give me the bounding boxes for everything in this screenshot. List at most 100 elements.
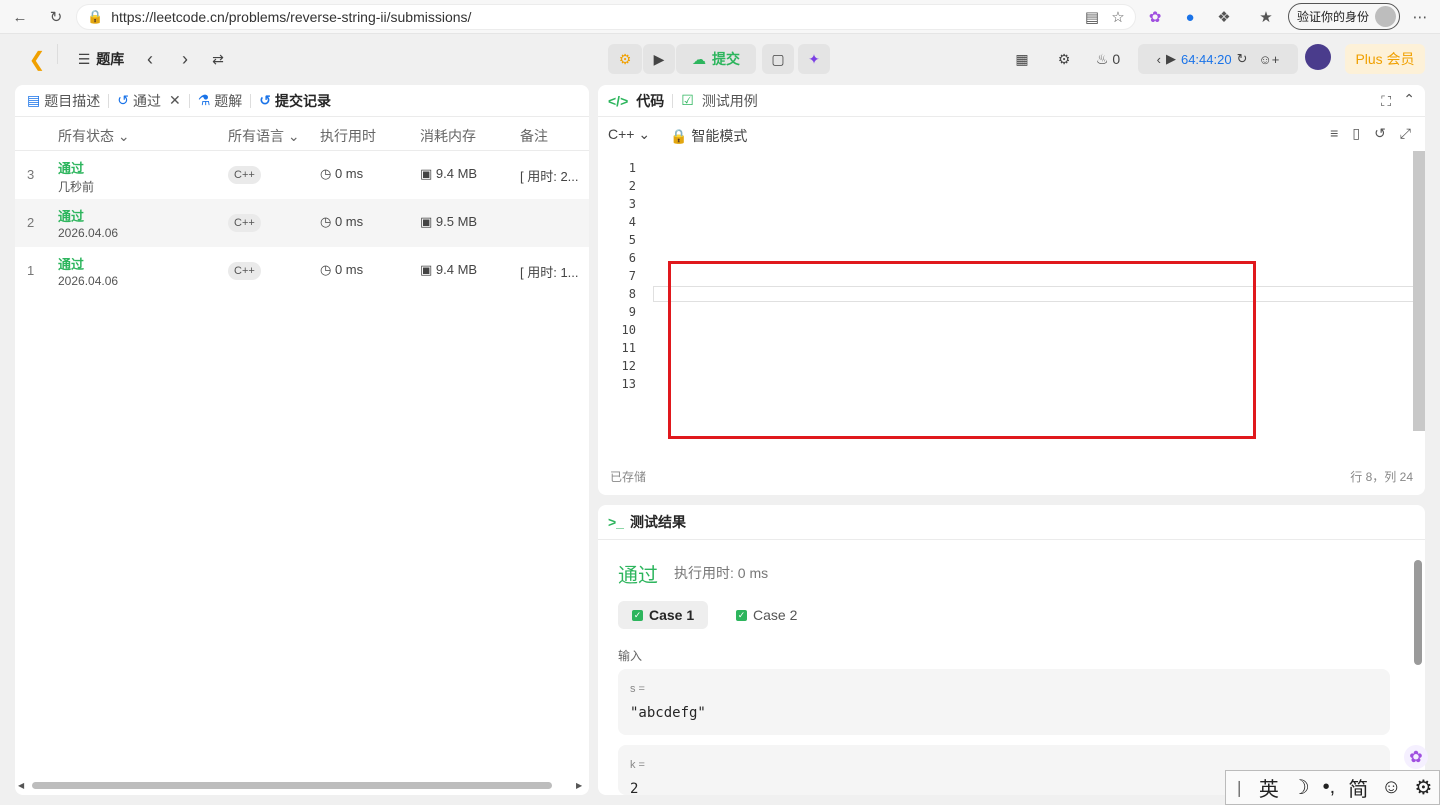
app-header: ❮ ☰ 题库 ‹ › ⇄ ⚙ ▶ ☁ 提交 ▢ ✦ ▦ ⚙ ♨ 0 ‹ ▶ 64… xyxy=(5,36,1437,82)
back-icon[interactable]: ← xyxy=(8,5,32,29)
line-number: 12 xyxy=(621,359,636,373)
input-s-box: s = "abcdefg" xyxy=(618,669,1390,735)
scroll-right-icon[interactable]: ▶ xyxy=(576,781,582,790)
runtime-value: 0 ms xyxy=(334,214,364,229)
extension-brain-icon[interactable]: ✿ xyxy=(1143,5,1167,29)
runtime-value: 0 ms xyxy=(334,262,364,277)
ai-sparkle-icon[interactable]: ✦ xyxy=(798,44,830,74)
scroll-left-icon[interactable]: ◀ xyxy=(18,781,24,790)
close-icon[interactable]: ✕ xyxy=(169,92,181,109)
extension-blue-icon[interactable]: ● xyxy=(1178,5,1202,29)
tab-description[interactable]: ▤ 题目描述 xyxy=(27,91,100,111)
horizontal-scrollbar[interactable]: ◀ ▶ xyxy=(18,779,586,791)
ime-handle-icon[interactable]: ❘ xyxy=(1232,778,1245,798)
debug-icon[interactable]: ⚙ xyxy=(608,44,642,74)
address-bar[interactable]: 🔒 https://leetcode.cn/problems/reverse-s… xyxy=(76,4,1136,30)
check-icon: ✓ xyxy=(632,609,643,621)
random-problem-icon[interactable]: ⇄ xyxy=(207,44,229,74)
vertical-scrollbar[interactable] xyxy=(1414,560,1422,665)
code-editor-panel: </> 代码 ☑ 测试用例 ⛶ ⌃ C++ ⌄ 🔒 智能模式 ≡ ▯ ↺ ⤢ 1… xyxy=(598,85,1425,495)
punctuation-icon[interactable]: •, xyxy=(1323,776,1336,799)
code-area[interactable]: 1 2 3 4 5 6 7 8 9 10 11 12 13 xyxy=(598,151,1425,461)
line-number: 10 xyxy=(621,323,636,337)
list-icon: ☰ xyxy=(77,50,91,67)
tab-test-result[interactable]: 测试结果 xyxy=(630,512,686,532)
profile-verify-button[interactable]: 验证你的身份 xyxy=(1288,3,1400,30)
tab-submissions[interactable]: ↺ 提交记录 xyxy=(259,91,331,111)
line-number: 6 xyxy=(628,251,636,265)
note-cell[interactable]: [ 用时: 2... xyxy=(520,166,579,185)
user-avatar[interactable] xyxy=(1305,44,1331,70)
chevron-left-icon: ‹ xyxy=(1156,51,1161,67)
mode-label: 智能模式 xyxy=(691,128,748,144)
clock-icon: ◷ xyxy=(320,214,332,229)
submission-status[interactable]: 通过 xyxy=(58,254,84,273)
favorites-list-icon[interactable]: ★ xyxy=(1254,5,1278,29)
line-number: 11 xyxy=(621,341,636,355)
chip-icon: ▣ xyxy=(420,166,433,181)
more-menu-icon[interactable]: ⋯ xyxy=(1408,5,1432,29)
submission-status[interactable]: 通过 xyxy=(58,158,84,177)
reader-icon[interactable]: ▤ xyxy=(1080,5,1104,29)
status-filter[interactable]: 所有状态 ⌄ xyxy=(58,126,130,146)
row-number: 2 xyxy=(27,215,35,230)
prev-problem-icon[interactable]: ‹ xyxy=(140,44,160,74)
ime-simplified-toggle[interactable]: 简 xyxy=(1348,773,1368,802)
tab-accepted[interactable]: ↺ 通过 ✕ xyxy=(117,91,180,111)
reload-icon[interactable]: ↻ xyxy=(44,5,68,29)
play-icon: ▶ xyxy=(1165,51,1176,66)
table-row[interactable]: 1 通过 2026.04.06 C++ ◷ 0 ms ▣ 9.4 MB [ 用时… xyxy=(15,247,589,295)
extensions-puzzle-icon[interactable]: ❖ xyxy=(1212,5,1236,29)
problem-list-button[interactable]: ☰ 题库 xyxy=(71,44,131,74)
timer-widget[interactable]: ‹ ▶ 64:44:20 ↻ ☺+ xyxy=(1138,44,1298,74)
column-label: 所有状态 xyxy=(58,128,114,144)
tab-solutions[interactable]: ⚗ 题解 xyxy=(198,91,243,111)
scrollbar-thumb[interactable] xyxy=(32,782,552,789)
note-cell[interactable]: [ 用时: 1... xyxy=(520,262,579,281)
settings-gear-icon[interactable]: ⚙ xyxy=(1052,44,1076,74)
language-select[interactable]: C++ ⌄ xyxy=(608,126,650,143)
moon-icon[interactable]: ☽ xyxy=(1292,775,1310,800)
leetcode-logo-icon[interactable]: ❮ xyxy=(25,44,49,74)
saved-status: 已存储 xyxy=(610,470,647,484)
tab-testcase[interactable]: 测试用例 xyxy=(702,91,758,111)
notes-icon[interactable]: ▢ xyxy=(762,44,794,74)
case-2-tab[interactable]: ✓ Case 2 xyxy=(722,601,811,629)
favorite-star-icon[interactable]: ☆ xyxy=(1106,5,1130,29)
bookmark-icon[interactable]: ▯ xyxy=(1352,125,1360,142)
expand-icon[interactable]: ⤢ xyxy=(1400,125,1411,142)
undo-icon[interactable]: ↺ xyxy=(1374,125,1386,142)
plus-member-button[interactable]: Plus 会员 xyxy=(1345,44,1425,74)
table-row[interactable]: 3 通过 几秒前 C++ ◷ 0 ms ▣ 9.4 MB [ 用时: 2... xyxy=(15,151,589,199)
streak-button[interactable]: ♨ 0 xyxy=(1090,44,1126,74)
submission-status[interactable]: 通过 xyxy=(58,206,84,225)
table-row[interactable]: 2 通过 2026.04.06 C++ ◷ 0 ms ▣ 9.5 MB xyxy=(15,199,589,247)
line-number: 8 xyxy=(628,287,636,301)
memory-column-header: 消耗内存 xyxy=(420,128,476,144)
vertical-scrollbar[interactable] xyxy=(1413,151,1425,431)
layout-grid-icon[interactable]: ▦ xyxy=(1010,44,1034,74)
emoji-icon[interactable]: ☺ xyxy=(1381,776,1401,799)
runtime-value: 0 ms xyxy=(334,166,364,181)
memory-cell: ▣ 9.4 MB xyxy=(420,262,477,278)
format-icon[interactable]: ≡ xyxy=(1330,125,1338,142)
cursor-position: 行 8，列 24 xyxy=(1350,470,1413,484)
language-badge: C++ xyxy=(228,262,261,280)
run-icon[interactable]: ▶ xyxy=(643,44,675,74)
ime-settings-icon[interactable]: ⚙ xyxy=(1415,775,1433,800)
ime-language-toggle[interactable]: 英 xyxy=(1259,773,1279,802)
smart-mode[interactable]: 🔒 智能模式 xyxy=(670,126,747,146)
avatar xyxy=(1375,6,1396,27)
tab-code[interactable]: 代码 xyxy=(636,91,664,111)
submit-button[interactable]: ☁ 提交 xyxy=(676,44,756,74)
fullscreen-icon[interactable]: ⛶ xyxy=(1381,93,1391,110)
chevron-down-icon: ⌄ xyxy=(117,128,130,144)
flask-icon: ⚗ xyxy=(197,92,211,108)
case-1-tab[interactable]: ✓ Case 1 xyxy=(618,601,709,629)
language-filter[interactable]: 所有语言 ⌄ xyxy=(228,126,300,146)
next-problem-icon[interactable]: › xyxy=(175,44,195,74)
submission-time: 2026.04.06 xyxy=(58,274,119,288)
collapse-icon[interactable]: ⌃ xyxy=(1403,91,1415,108)
floating-ai-brain-icon[interactable]: ✿ xyxy=(1404,745,1428,769)
language-badge: C++ xyxy=(228,166,261,184)
